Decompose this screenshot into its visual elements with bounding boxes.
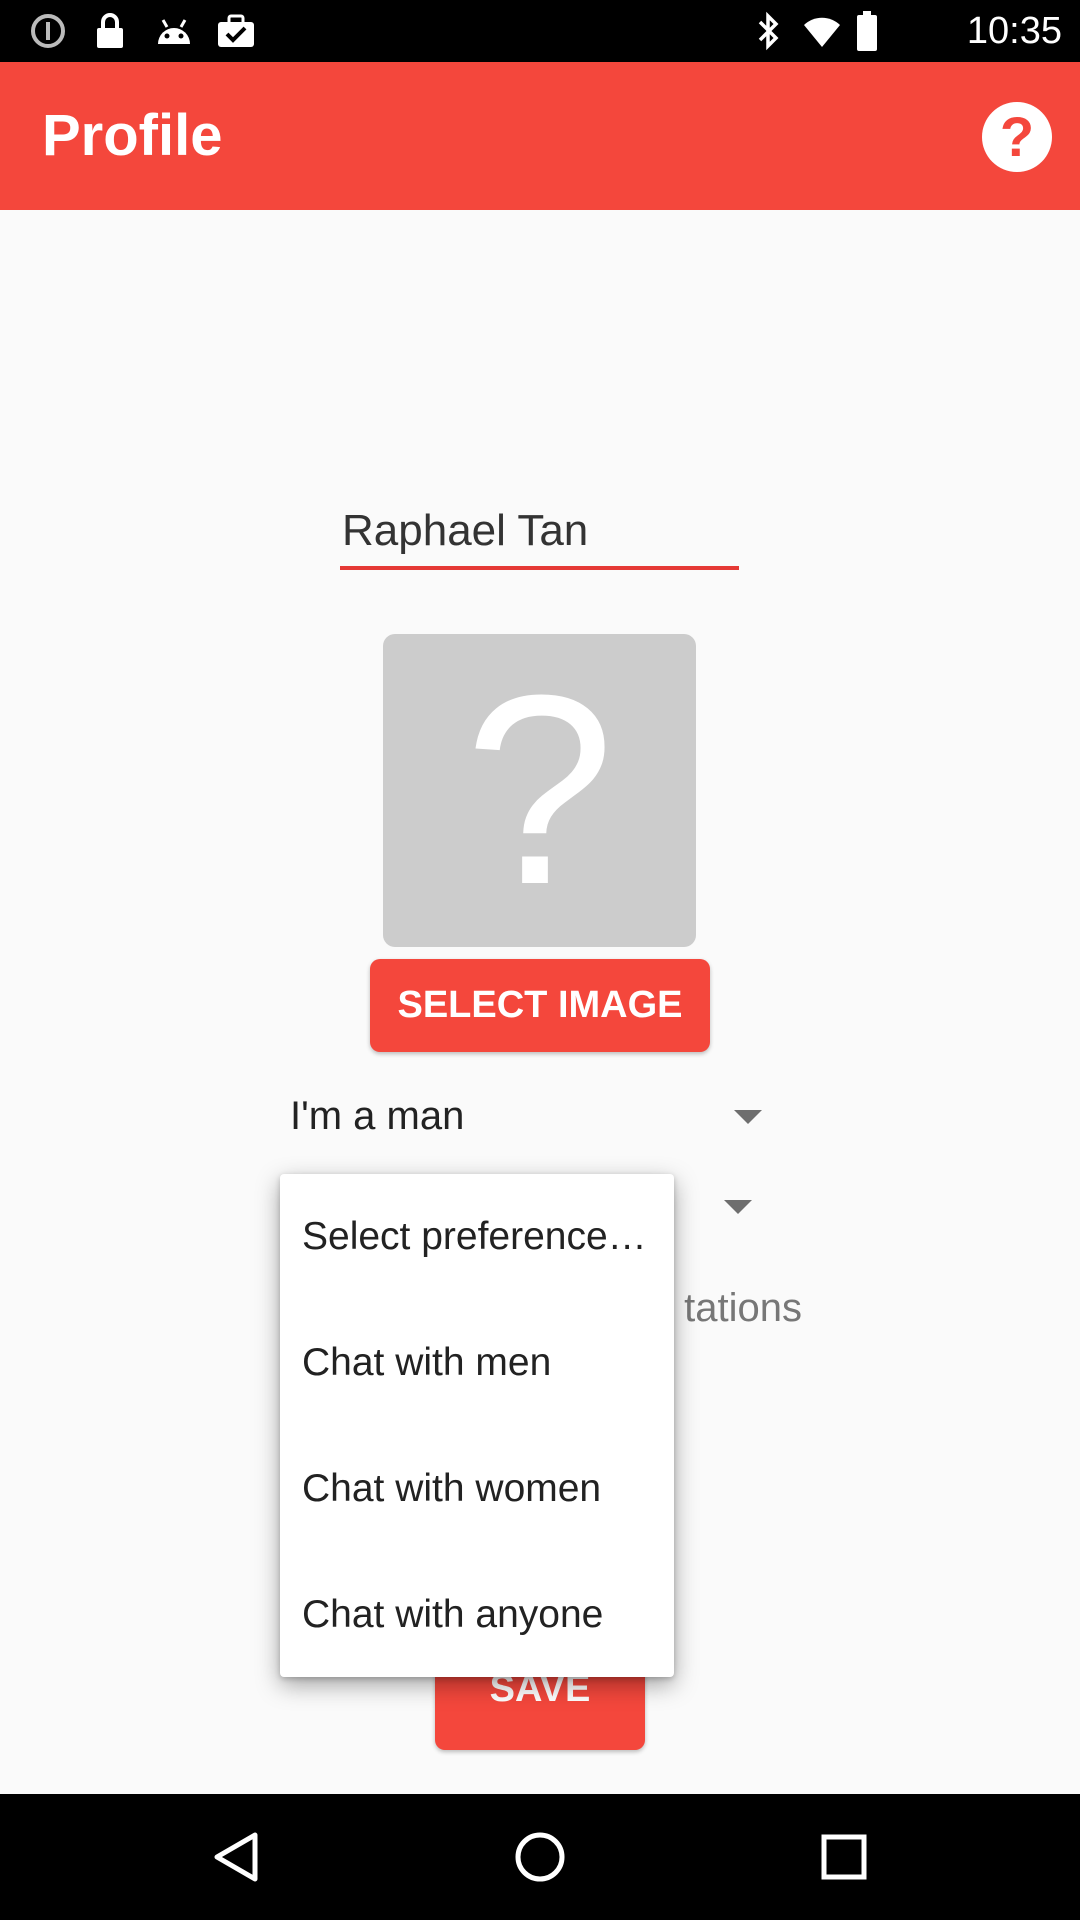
dropdown-item-select-preference[interactable]: Select preference…	[280, 1174, 674, 1300]
clock: 10:35	[966, 10, 1062, 52]
android-icon	[152, 0, 196, 62]
back-icon	[214, 1832, 258, 1882]
recents-icon	[821, 1834, 867, 1880]
preference-dropdown-menu: Select preference… Chat with men Chat wi…	[280, 1174, 674, 1677]
home-button[interactable]	[490, 1807, 590, 1907]
help-button[interactable]: ?	[982, 102, 1052, 172]
select-image-button[interactable]: SELECT IMAGE	[370, 959, 710, 1052]
alert-icon	[28, 0, 68, 62]
content-bottom	[0, 1762, 1080, 1794]
status-bar: 10:35	[0, 0, 1080, 62]
dropdown-item-chat-with-women[interactable]: Chat with women	[280, 1426, 674, 1552]
home-icon	[515, 1832, 565, 1882]
avatar: ?	[383, 634, 696, 947]
gender-spinner-value: I'm a man	[290, 1094, 465, 1138]
wifi-icon	[800, 0, 844, 62]
help-circle-icon: ?	[999, 105, 1035, 168]
name-field[interactable]: Raphael Tan	[340, 500, 739, 570]
app-bar: Profile ?	[0, 62, 1080, 210]
gender-spinner[interactable]: I'm a man	[290, 1090, 770, 1142]
bluetooth-icon	[752, 0, 786, 62]
lock-icon	[90, 0, 130, 62]
question-mark-icon: ?	[464, 640, 615, 941]
dropdown-arrow-icon	[734, 1110, 762, 1124]
recents-button[interactable]	[794, 1807, 894, 1907]
page-title: Profile	[42, 103, 223, 168]
dropdown-arrow-icon	[724, 1200, 752, 1214]
dropdown-item-chat-with-men[interactable]: Chat with men	[280, 1300, 674, 1426]
navigation-bar	[0, 1794, 1080, 1920]
briefcase-check-icon	[214, 0, 258, 62]
battery-icon	[852, 0, 882, 62]
dropdown-item-chat-with-anyone[interactable]: Chat with anyone	[280, 1552, 674, 1678]
back-button[interactable]	[186, 1807, 286, 1907]
